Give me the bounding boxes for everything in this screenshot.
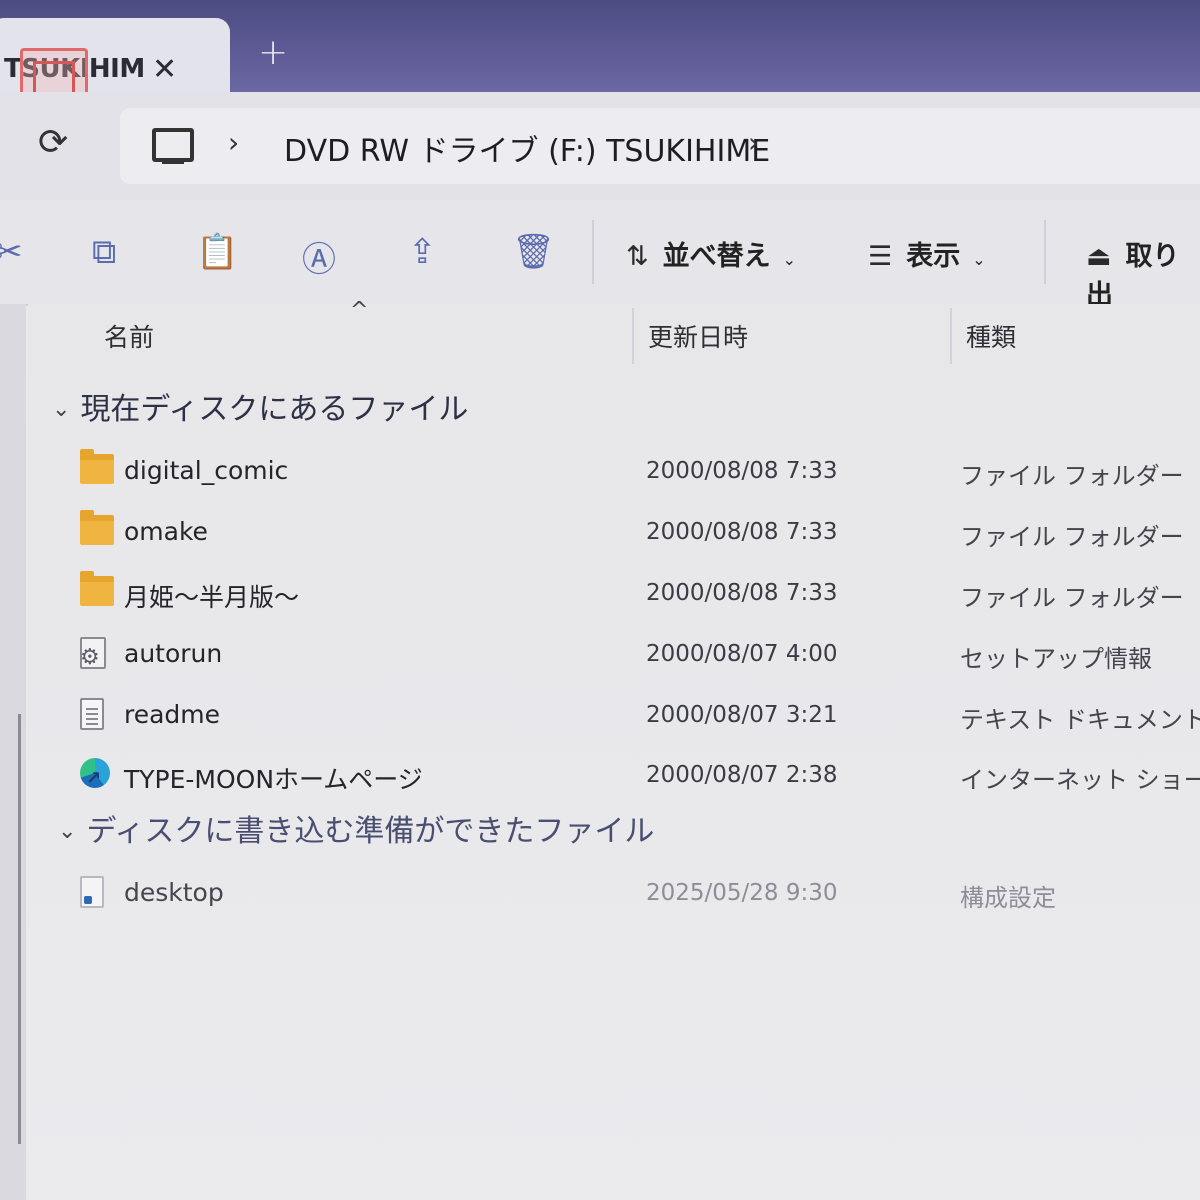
- group-header-on-disc[interactable]: ⌄ 現在ディスクにあるファイル: [52, 384, 468, 428]
- file-type: テキスト ドキュメント: [960, 706, 1200, 734]
- column-header-name[interactable]: 名前: [104, 318, 154, 354]
- file-type: セットアップ情報: [960, 645, 1152, 673]
- copy-icon[interactable]: ⧉: [92, 232, 116, 272]
- file-name: omake: [124, 517, 208, 546]
- view-button[interactable]: ☰ 表示 ⌄: [868, 234, 986, 273]
- rename-icon[interactable]: Ⓐ: [302, 232, 336, 281]
- group-label: 現在ディスクにあるファイル: [80, 392, 469, 427]
- file-row[interactable]: TYPE-MOONホームページ 2000/08/07 2:38 インターネット …: [28, 750, 1200, 806]
- file-row[interactable]: digital_comic 2000/08/08 7:33 ファイル フォルダー: [28, 446, 1200, 502]
- column-header-modified[interactable]: 更新日時: [648, 318, 748, 354]
- folder-icon: [80, 449, 114, 484]
- file-date: 2000/08/07 3:21: [646, 702, 838, 728]
- paste-icon[interactable]: 📋: [196, 232, 238, 272]
- refresh-icon[interactable]: ⟳: [38, 122, 68, 163]
- close-tab-icon[interactable]: ✕: [152, 52, 177, 87]
- file-row[interactable]: omake 2000/08/08 7:33 ファイル フォルダー: [28, 507, 1200, 563]
- file-date: 2025/05/28 9:30: [646, 880, 838, 906]
- toolbar-divider: [592, 220, 594, 284]
- file-date: 2000/08/08 7:33: [646, 580, 838, 606]
- group-header-ready-to-write[interactable]: ⌄ ディスクに書き込む準備ができたファイル: [58, 806, 654, 850]
- folder-icon: [80, 510, 114, 545]
- column-divider[interactable]: [950, 308, 952, 364]
- file-date: 2000/08/08 7:33: [646, 519, 838, 545]
- share-icon[interactable]: ⇪: [408, 232, 437, 272]
- file-type: ファイル フォルダー: [960, 462, 1184, 490]
- file-type: ファイル フォルダー: [960, 523, 1184, 551]
- file-row[interactable]: readme 2000/08/07 3:21 テキスト ドキュメント: [28, 690, 1200, 746]
- chevron-down-icon: ⌄: [52, 397, 71, 422]
- address-bar[interactable]: › DVD RW ドライブ (F:) TSUKIHIME ›: [120, 108, 1200, 184]
- navigation-pane[interactable]: [0, 304, 26, 1200]
- breadcrumb-drive[interactable]: DVD RW ドライブ (F:) TSUKIHIME: [284, 126, 770, 170]
- file-type: 構成設定: [960, 884, 1056, 912]
- eject-button[interactable]: ⏏ 取り出: [1086, 234, 1200, 312]
- folder-icon: [80, 571, 114, 606]
- file-row[interactable]: 月姫〜半月版〜 2000/08/08 7:33 ファイル フォルダー: [28, 568, 1200, 624]
- cut-icon[interactable]: ✂: [0, 232, 23, 272]
- sort-ascending-icon: ^: [350, 298, 369, 323]
- chevron-down-icon: ⌄: [972, 250, 986, 269]
- file-row[interactable]: autorun 2000/08/07 4:00 セットアップ情報: [28, 629, 1200, 685]
- text-document-icon: [80, 698, 104, 730]
- file-date: 2000/08/07 2:38: [646, 762, 838, 788]
- config-file-icon: [80, 876, 104, 908]
- file-type: ファイル フォルダー: [960, 584, 1184, 612]
- internet-shortcut-icon: [80, 758, 114, 789]
- pane-scroll-line: [18, 714, 21, 1144]
- file-name: 月姫〜半月版〜: [124, 583, 300, 612]
- delete-icon[interactable]: 🗑: [512, 232, 555, 272]
- file-type: インターネット ショート...: [960, 766, 1200, 794]
- file-name: readme: [124, 700, 221, 729]
- breadcrumb-chevron-end-icon[interactable]: ›: [748, 126, 759, 159]
- column-divider[interactable]: [632, 308, 634, 364]
- navigation-bar: ⟳ › DVD RW ドライブ (F:) TSUKIHIME ›: [0, 92, 1200, 202]
- tab-tsukihime[interactable]: TSUKIHIM ✕: [0, 18, 230, 116]
- toolbar-divider: [1044, 220, 1046, 284]
- sort-label: 並べ替え: [662, 241, 771, 272]
- column-header-type[interactable]: 種類: [966, 318, 1016, 354]
- sort-button[interactable]: ⇅ 並べ替え ⌄: [626, 234, 796, 273]
- file-name: autorun: [124, 639, 223, 668]
- view-icon: ☰: [868, 241, 893, 272]
- group-label: ディスクに書き込む準備ができたファイル: [86, 814, 655, 849]
- setup-file-icon: [80, 637, 106, 670]
- file-date: 2000/08/08 7:33: [646, 458, 838, 484]
- title-bar: TSUKIHIM ✕ +: [0, 0, 1200, 116]
- file-name: digital_comic: [124, 456, 289, 485]
- view-label: 表示: [906, 241, 961, 272]
- computer-icon[interactable]: [152, 128, 194, 164]
- file-name: desktop: [124, 878, 224, 907]
- breadcrumb-chevron-icon[interactable]: ›: [228, 126, 239, 159]
- file-date: 2000/08/07 4:00: [646, 641, 838, 667]
- eject-icon: ⏏: [1086, 241, 1112, 272]
- file-row[interactable]: desktop 2025/05/28 9:30 構成設定: [28, 868, 1200, 924]
- chevron-down-icon: ⌄: [58, 819, 77, 844]
- chevron-down-icon: ⌄: [782, 250, 797, 269]
- file-list: ^ 名前 更新日時 種類 ⌄ 現在ディスクにあるファイル digital_comi…: [28, 298, 1200, 1200]
- new-tab-button[interactable]: +: [258, 32, 288, 73]
- sort-icon: ⇅: [626, 241, 649, 272]
- file-name: TYPE-MOONホームページ: [124, 765, 423, 794]
- command-toolbar: ✂ ⧉ 📋 Ⓐ ⇪ 🗑 ⇅ 並べ替え ⌄ ☰ 表示 ⌄ ⏏ 取り出: [0, 200, 1200, 311]
